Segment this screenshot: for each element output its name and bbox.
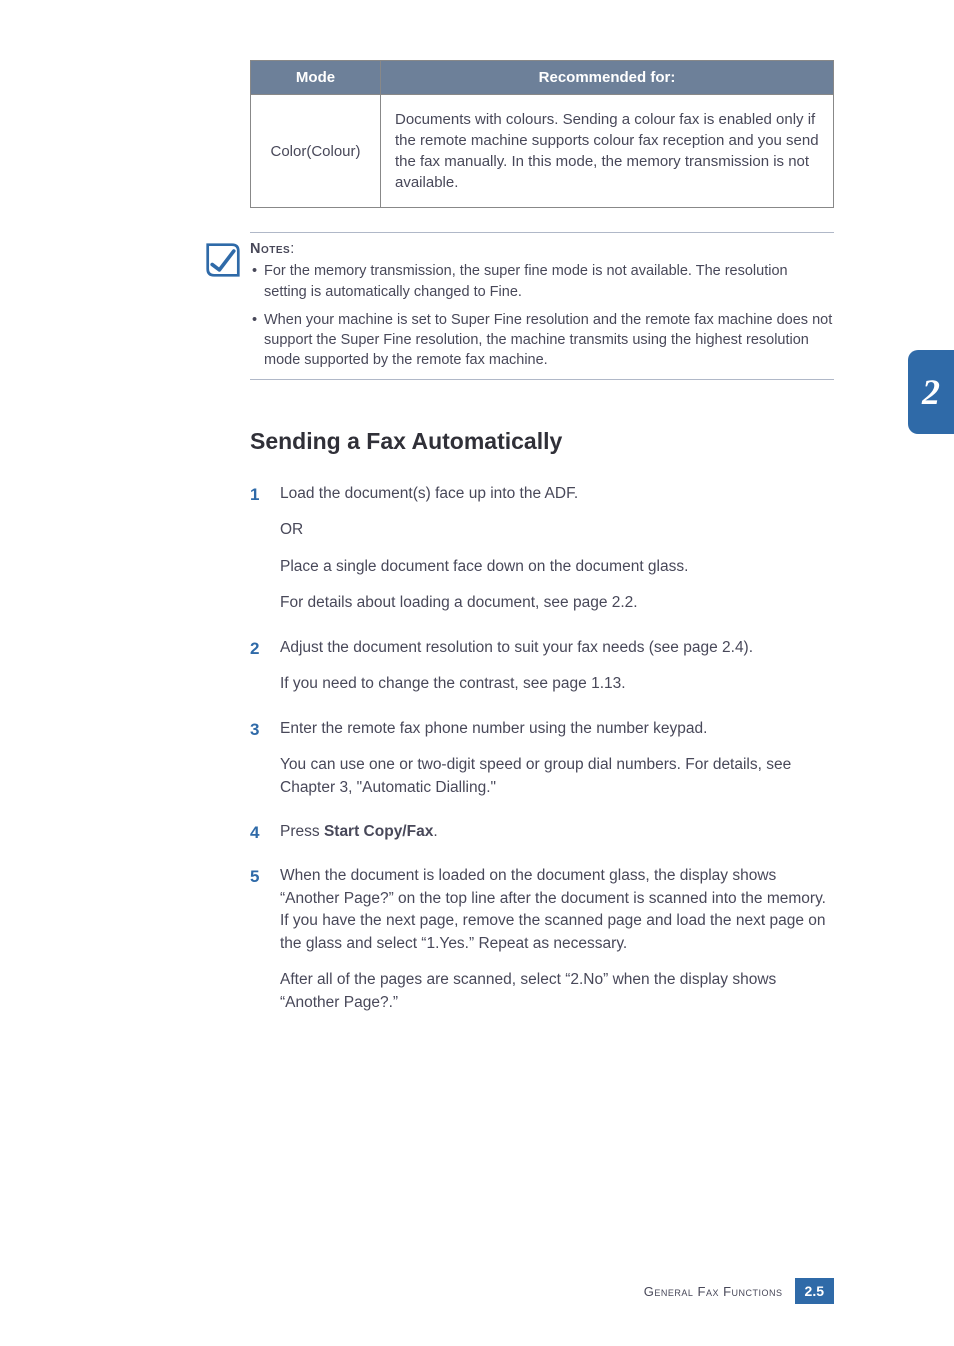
step-text: If you need to change the contrast, see … xyxy=(280,673,834,695)
step-3: 3 Enter the remote fax phone number usin… xyxy=(250,718,834,799)
mode-recommendation-table: Mode Recommended for: Color(Colour) Docu… xyxy=(250,60,834,208)
table-cell-mode: Color(Colour) xyxy=(251,95,381,208)
notes-icon xyxy=(205,242,241,278)
step-number: 2 xyxy=(250,637,259,662)
divider xyxy=(250,379,834,380)
table-row: Color(Colour) Documents with colours. Se… xyxy=(251,95,834,208)
page-footer: General Fax Functions 2.5 xyxy=(644,1278,834,1304)
divider xyxy=(250,232,834,233)
step-4: 4 Press Start Copy/Fax. xyxy=(250,821,834,843)
step-text: Load the document(s) face up into the AD… xyxy=(280,483,834,505)
step-text-post: . xyxy=(433,823,437,840)
section-heading: Sending a Fax Automatically xyxy=(250,428,834,455)
notes-item: For the memory transmission, the super f… xyxy=(264,261,834,302)
table-header-recommended: Recommended for: xyxy=(381,61,834,95)
step-text: Place a single document face down on the… xyxy=(280,556,834,578)
step-text: After all of the pages are scanned, sele… xyxy=(280,969,834,1014)
step-number: 4 xyxy=(250,821,259,846)
step-number: 3 xyxy=(250,718,259,743)
step-text: When the document is loaded on the docum… xyxy=(280,865,834,955)
step-text-pre: Press xyxy=(280,823,324,840)
step-text: OR xyxy=(280,519,834,541)
notes-item: When your machine is set to Super Fine r… xyxy=(264,310,834,371)
notes-colon: : xyxy=(290,241,294,257)
footer-section-label: General Fax Functions xyxy=(644,1284,783,1299)
step-5: 5 When the document is loaded on the doc… xyxy=(250,865,834,1014)
step-number: 5 xyxy=(250,865,259,890)
step-text-bold: Start Copy/Fax xyxy=(324,823,433,840)
notes-title: Notes xyxy=(250,241,290,257)
step-1: 1 Load the document(s) face up into the … xyxy=(250,483,834,615)
step-2: 2 Adjust the document resolution to suit… xyxy=(250,637,834,696)
footer-page-number: 2.5 xyxy=(795,1278,834,1304)
step-text: For details about loading a document, se… xyxy=(280,592,834,614)
notes-block: Notes: For the memory transmission, the … xyxy=(205,232,834,380)
table-header-mode: Mode xyxy=(251,61,381,95)
table-cell-description: Documents with colours. Sending a colour… xyxy=(381,95,834,208)
step-number: 1 xyxy=(250,483,259,508)
step-text: You can use one or two-digit speed or gr… xyxy=(280,754,834,799)
step-text: Press Start Copy/Fax. xyxy=(280,821,834,843)
chapter-side-tab: 2 xyxy=(908,350,954,434)
step-text: Adjust the document resolution to suit y… xyxy=(280,637,834,659)
step-text: Enter the remote fax phone number using … xyxy=(280,718,834,740)
